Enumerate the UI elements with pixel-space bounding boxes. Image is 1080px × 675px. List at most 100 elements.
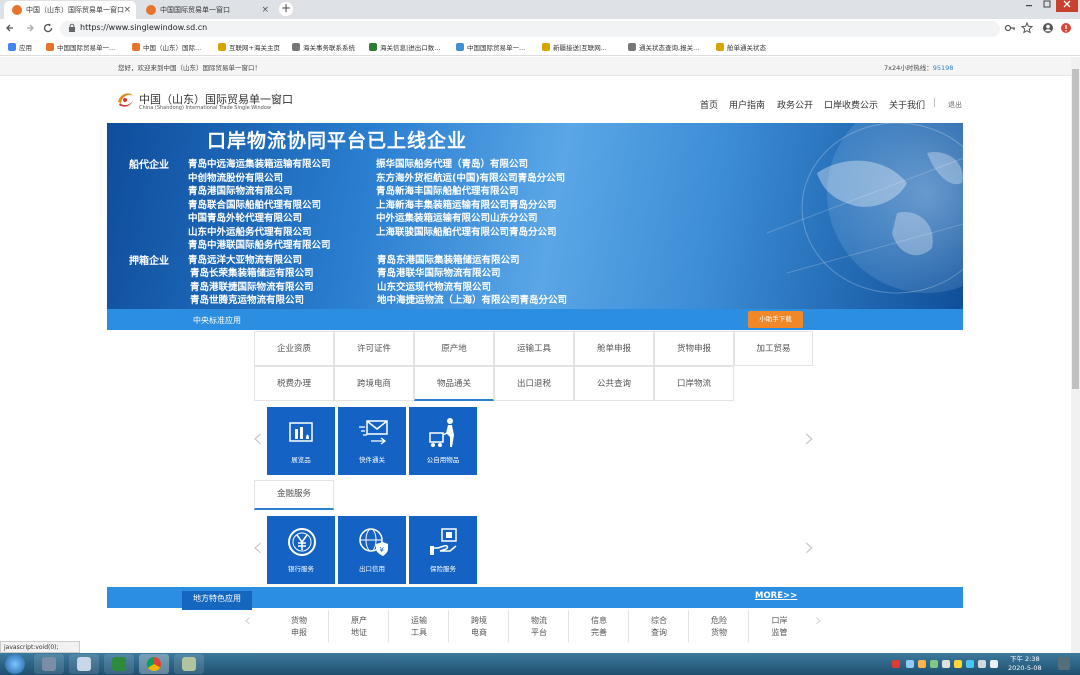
- tab-origin[interactable]: 原产地: [414, 331, 494, 366]
- nav-port-fees[interactable]: 口岸收费公示: [824, 98, 878, 111]
- local-app-transport[interactable]: 运输 工具: [390, 610, 449, 642]
- tile-personal-articles[interactable]: 公自用物品: [409, 407, 477, 475]
- bookmark-item[interactable]: 海关事务联系系统: [292, 42, 355, 52]
- star-icon[interactable]: [1021, 22, 1033, 34]
- taskbar-app-media[interactable]: [34, 654, 64, 674]
- reload-icon[interactable]: [42, 22, 56, 34]
- banner-company: 青岛港联捷国际物流有限公司: [190, 282, 314, 293]
- bookmark-item[interactable]: 中国国际贸易单一...: [456, 42, 525, 52]
- local-app-port-supervision[interactable]: 口岸 监管: [750, 610, 809, 642]
- taskbar-clock[interactable]: 下午 2:38 2020-5-08: [1008, 655, 1042, 673]
- local-app-cross-border[interactable]: 跨境 电商: [450, 610, 509, 642]
- tab-close-icon[interactable]: ×: [123, 1, 131, 19]
- tab-manifest[interactable]: 舱单申报: [574, 331, 654, 366]
- tab-goods-declaration[interactable]: 货物申报: [654, 331, 734, 366]
- tray-volume-icon[interactable]: [990, 660, 998, 668]
- carousel-prev-icon[interactable]: ‹: [252, 421, 263, 454]
- local-app-origin-certificate[interactable]: 原产 地证: [330, 610, 389, 642]
- back-arrow-icon[interactable]: [4, 22, 18, 34]
- excel-icon: [112, 657, 126, 671]
- tab-port-logistics[interactable]: 口岸物流: [654, 366, 734, 401]
- tab-license[interactable]: 许可证件: [334, 331, 414, 366]
- tray-flag-icon[interactable]: [978, 660, 986, 668]
- tab-processing-trade[interactable]: 加工贸易: [734, 331, 813, 366]
- tab-finance-services[interactable]: 金融服务: [254, 480, 334, 510]
- local-app-info-complete[interactable]: 信息 完善: [570, 610, 629, 642]
- bookmark-apps[interactable]: 应用: [8, 42, 32, 52]
- bookmark-item[interactable]: 中国（山东）国际...: [132, 42, 201, 52]
- bookmark-item[interactable]: 海关信息|进出口数...: [369, 42, 440, 52]
- bookmark-item[interactable]: 互联网+海关主页: [218, 42, 280, 52]
- tile-express-clearance[interactable]: 快件通关: [338, 407, 406, 475]
- tab-close-icon[interactable]: ×: [261, 1, 269, 19]
- address-bar[interactable]: https://www.singlewindow.sd.cn: [60, 21, 1000, 37]
- maximize-button[interactable]: [1038, 0, 1056, 12]
- carousel-next-icon[interactable]: ›: [804, 421, 815, 454]
- browser-tab-active[interactable]: 中国（山东）国际贸易单一窗口 ×: [4, 1, 136, 19]
- window-close-button[interactable]: [1056, 0, 1078, 12]
- local-app-goods-declaration[interactable]: 货物 申报: [270, 610, 329, 642]
- local-apps-tab[interactable]: 地方特色应用: [182, 591, 252, 610]
- helper-download-button[interactable]: 小助手下载: [748, 311, 803, 328]
- new-tab-button[interactable]: +: [279, 2, 293, 16]
- taskbar-app-excel[interactable]: [104, 654, 134, 674]
- tab-transport[interactable]: 运输工具: [494, 331, 574, 366]
- taskbar-app-calculator[interactable]: [69, 654, 99, 674]
- tray-sogou-icon[interactable]: [892, 660, 900, 668]
- tab-export-rebate[interactable]: 出口退税: [494, 366, 574, 401]
- banner-title: 口岸物流协同平台已上线企业: [207, 130, 468, 152]
- tile-export-credit[interactable]: ¥ 出口信用: [338, 516, 406, 584]
- carousel-next-icon[interactable]: ›: [804, 530, 815, 563]
- local-app-dangerous-goods[interactable]: 危险 货物: [690, 610, 749, 642]
- tile-exhibits[interactable]: 展览品: [267, 407, 335, 475]
- bookmark-item[interactable]: 新疆接送|互联网...: [542, 42, 607, 52]
- carousel-prev-icon[interactable]: ‹: [252, 530, 263, 563]
- media-player-icon: [42, 657, 56, 671]
- site-favicon: [12, 5, 22, 15]
- page-scrollbar[interactable]: [1071, 57, 1080, 653]
- nav-user-guide[interactable]: 用户指南: [729, 98, 765, 111]
- forward-arrow-icon[interactable]: [24, 22, 38, 34]
- nav-home[interactable]: 首页: [700, 98, 718, 111]
- profile-icon[interactable]: [1042, 22, 1054, 34]
- minimize-button[interactable]: [1020, 0, 1038, 12]
- tray-app-icon[interactable]: [930, 660, 938, 668]
- tray-app-icon[interactable]: [918, 660, 926, 668]
- tray-network-icon[interactable]: [906, 660, 914, 668]
- tile-bank-services[interactable]: 银行服务: [267, 516, 335, 584]
- tray-app-icon[interactable]: [954, 660, 962, 668]
- tab-cross-border[interactable]: 跨境电商: [334, 366, 414, 401]
- hero-banner[interactable]: 口岸物流协同平台已上线企业 船代企业 青岛中远海运集装箱运输有限公司 中创物流股…: [107, 123, 963, 309]
- menu-kebab-icon[interactable]: [1060, 22, 1072, 34]
- tab-enterprise-qualification[interactable]: 企业资质: [254, 331, 334, 366]
- status-bar-url: javascript:void(0);: [0, 641, 80, 653]
- tab-public-query[interactable]: 公共查询: [574, 366, 654, 401]
- banner-company: 东方海外货柜航运(中国)有限公司青岛分公司: [376, 173, 566, 184]
- taskbar-app-paint[interactable]: [174, 654, 204, 674]
- browser-tab[interactable]: 中国国际贸易单一窗口 ×: [138, 1, 274, 19]
- tile-insurance-services[interactable]: 保险服务: [409, 516, 477, 584]
- taskbar-app-chrome[interactable]: [139, 654, 169, 674]
- central-apps-bar: 中央标准应用 小助手下载: [107, 309, 963, 330]
- more-link[interactable]: MORE>>: [755, 591, 797, 601]
- logout-link[interactable]: 退出: [948, 100, 962, 110]
- scrollbar-thumb[interactable]: [1072, 69, 1079, 389]
- tab-tax[interactable]: 税费办理: [254, 366, 334, 401]
- key-icon[interactable]: [1004, 22, 1016, 34]
- bookmark-item[interactable]: 舱单通关状态: [716, 42, 766, 52]
- tab-articles-clearance[interactable]: 物品通关: [414, 366, 494, 401]
- local-app-comprehensive-query[interactable]: 综合 查询: [630, 610, 689, 642]
- carousel-prev-icon[interactable]: ‹: [244, 610, 251, 631]
- bookmark-item[interactable]: 通关状态查询,报关...: [628, 42, 699, 52]
- local-app-logistics-platform[interactable]: 物流 平台: [510, 610, 569, 642]
- site-logo-icon[interactable]: [114, 88, 136, 110]
- start-button-icon[interactable]: [5, 654, 25, 674]
- tray-app-icon[interactable]: [966, 660, 974, 668]
- nav-about-us[interactable]: 关于我们: [889, 98, 925, 111]
- hotline-number[interactable]: 95198: [933, 64, 954, 72]
- tray-app-icon[interactable]: [942, 660, 950, 668]
- carousel-next-icon[interactable]: ›: [815, 610, 822, 631]
- show-desktop-button[interactable]: [1058, 657, 1070, 670]
- nav-government-affairs[interactable]: 政务公开: [777, 98, 813, 111]
- bookmark-item[interactable]: 中国国际贸易单一...: [46, 42, 115, 52]
